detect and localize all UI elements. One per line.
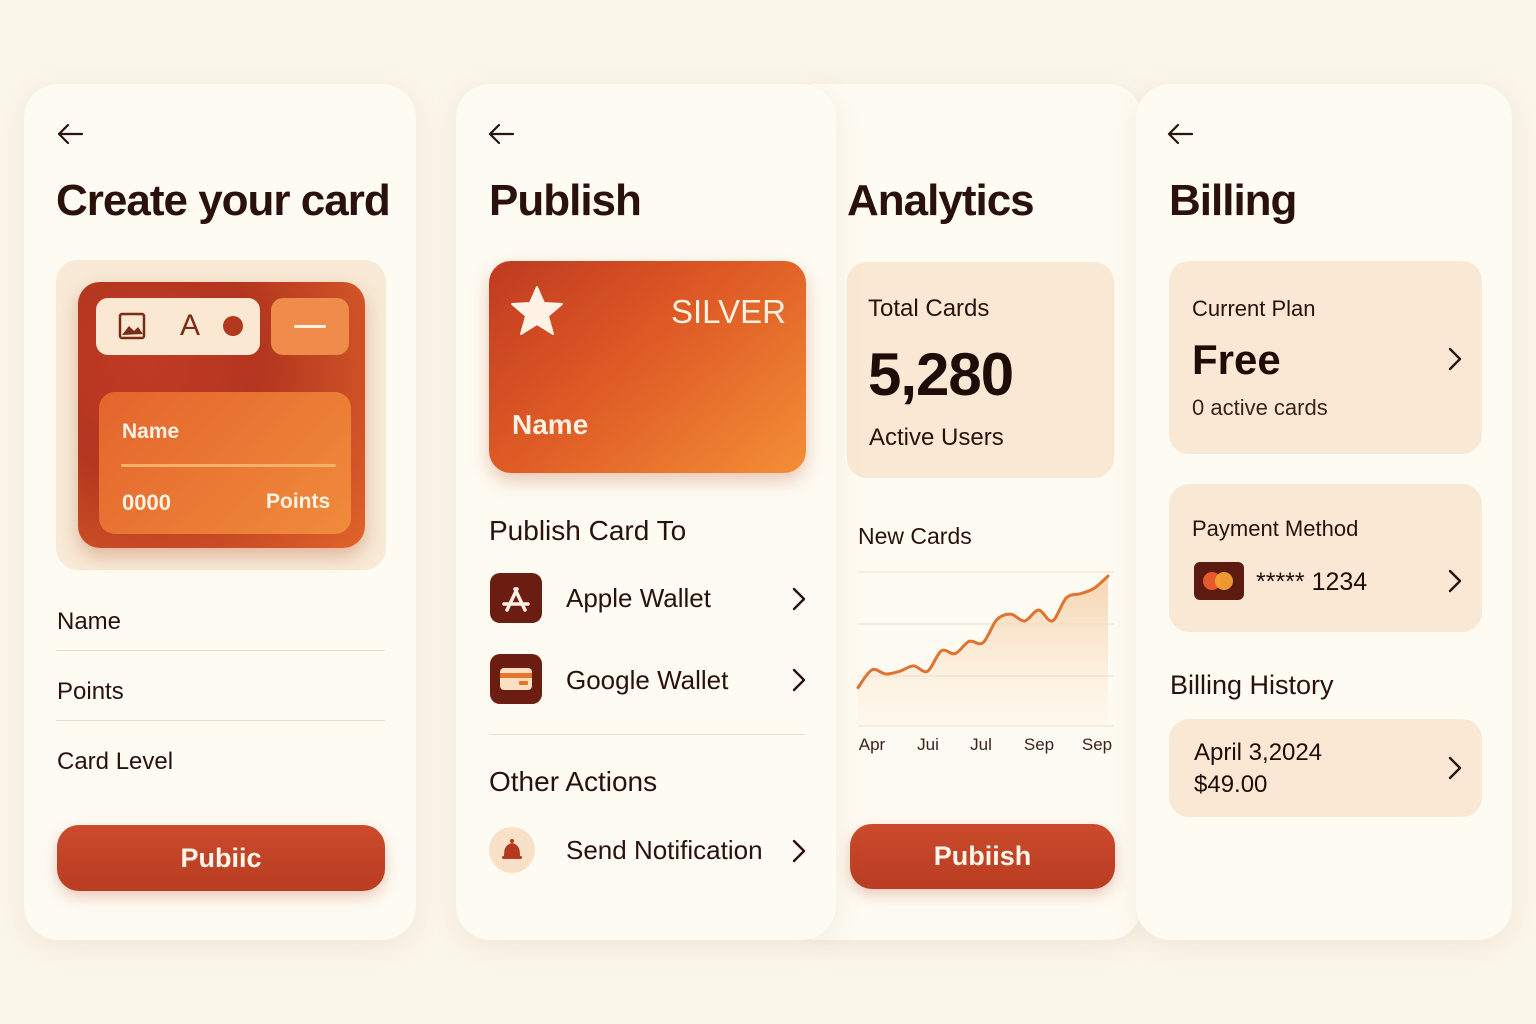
stat-sublabel: Active Users [869,424,1004,451]
billing-history-item[interactable] [1169,719,1482,817]
section-title: Publish Card To [489,515,687,546]
back-arrow-icon[interactable] [1166,122,1194,146]
chevron-right-icon[interactable] [790,586,808,612]
chart-x-tick: Apr [859,735,886,754]
chart-x-tick: Jul [970,735,992,754]
send-notification-option[interactable]: Send Notification [566,835,763,866]
publish-button[interactable]: Pubiic [57,825,385,891]
stat-value: 5,280 [868,341,1014,408]
section-title: Billing History [1170,670,1334,700]
payment-label: Payment Method [1192,516,1359,541]
back-arrow-icon[interactable] [487,122,515,146]
page-title: Create your card [56,176,391,225]
text-tool-button[interactable]: A [180,309,200,343]
chevron-right-icon[interactable] [790,838,808,864]
history-amount: $49.00 [1194,771,1268,798]
star-icon [511,286,563,335]
app-store-icon [490,573,542,623]
chevron-right-icon[interactable] [1446,755,1464,781]
plan-name: Free [1192,336,1281,383]
chevron-right-icon[interactable] [1446,346,1464,372]
card-name-label: Name [122,420,180,443]
notification-icon-bg [489,827,535,873]
masked-card-number: ***** 1234 [1256,568,1368,596]
card-name-label: Name [512,409,589,440]
page-title: Analytics [847,176,1035,225]
field-divider [56,720,385,721]
page-title: Publish [489,176,642,225]
field-divider [56,650,385,651]
chevron-right-icon[interactable] [790,667,808,693]
payment-method-card[interactable] [1169,484,1482,632]
section-title: Other Actions [489,766,658,797]
chart-x-tick: Sep [1082,735,1112,754]
new-cards-chart: Apr Jui Jul Sep Sep [856,571,1114,754]
image-icon[interactable] [118,312,146,340]
remove-button[interactable] [271,298,349,355]
plan-subtext: 0 active cards [1192,395,1328,420]
back-arrow-icon[interactable] [56,122,84,146]
shape-tool-icon[interactable] [223,316,243,336]
chart-x-tick: Sep [1024,735,1054,754]
apple-wallet-option[interactable]: Apple Wallet [566,583,711,614]
card-divider [121,464,336,467]
chevron-right-icon[interactable] [1446,568,1464,594]
points-field[interactable]: Points [57,678,124,706]
history-date: April 3,2024 [1194,739,1323,766]
name-field[interactable]: Name [57,608,121,636]
stat-label: Total Cards [868,295,990,322]
chart-x-tick: Jui [917,735,939,754]
wallet-icon [490,654,542,704]
card-level-field[interactable]: Card Level [57,748,173,776]
bell-icon [502,839,522,859]
card-points-label: Points [266,490,331,513]
chart-title: New Cards [858,523,972,549]
card-number: 0000 [122,490,171,515]
google-wallet-option[interactable]: Google Wallet [566,665,728,696]
card-level-label: SILVER [671,293,786,330]
chart-area [858,576,1108,726]
mastercard-icon [1194,562,1244,600]
plan-label: Current Plan [1192,296,1316,321]
publish-button[interactable]: Pubiish [850,824,1115,889]
page-title: Billing [1169,176,1297,225]
section-divider [489,734,805,735]
